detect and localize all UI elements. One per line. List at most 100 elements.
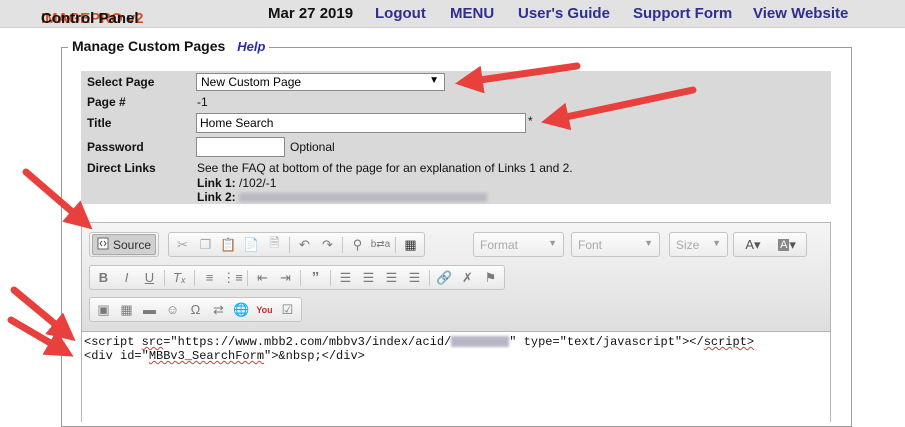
- nav-date: Mar 27 2019: [268, 5, 354, 22]
- direct-links-note: See the FAQ at bottom of the page for an…: [197, 161, 573, 175]
- code-line-2-start: <div id=": [84, 349, 149, 363]
- font-combo[interactable]: Font ▼: [571, 232, 660, 257]
- toolbar-separator: [330, 269, 331, 286]
- select-page-label: Select Page: [87, 75, 155, 89]
- select-all-icon[interactable]: ▦: [399, 234, 422, 255]
- code-line-1-end: " type="text/javascript"></: [509, 335, 704, 349]
- view-website-link[interactable]: View Website: [753, 5, 848, 22]
- youtube-icon[interactable]: You: [253, 299, 276, 320]
- link-2-label: Link 2:: [197, 190, 236, 204]
- top-nav-bar: IMAGEPRO v2 Control Panel Mar 27 2019 Lo…: [0, 0, 905, 28]
- align-left-icon[interactable]: ☰: [334, 267, 357, 288]
- menu-link[interactable]: MENU: [450, 5, 494, 22]
- source-button[interactable]: Source: [92, 234, 157, 255]
- italic-icon[interactable]: I: [115, 267, 138, 288]
- dropdown-arrow-icon: ▼: [429, 75, 439, 86]
- special-char-icon[interactable]: Ω: [184, 299, 207, 320]
- bulleted-list-icon[interactable]: ⋮≡: [221, 267, 244, 288]
- section-legend: Manage Custom Pages Help: [68, 38, 270, 54]
- horizontal-line-icon[interactable]: ▬: [138, 299, 161, 320]
- format-label: Format: [480, 238, 519, 252]
- rich-text-editor: Source ✂ ❐ 📋 📄 🗎 ↶ ↷ ⚲ b⇄a ▦ Format ▼ Fon…: [81, 222, 831, 422]
- chevron-down-icon: ▼: [548, 238, 557, 248]
- toolbar-separator: [164, 269, 165, 286]
- align-center-icon[interactable]: ☰: [357, 267, 380, 288]
- toolbar-separator: [247, 269, 248, 286]
- title-input[interactable]: [196, 113, 526, 133]
- logout-link[interactable]: Logout: [375, 5, 426, 22]
- replace-icon[interactable]: b⇄a: [369, 234, 392, 255]
- basic-styles-group: B I U Tₓ ≡ ⋮≡ ⇤ ⇥ ” ☰ ☰ ☰ ☰ 🔗 ✗ ⚑: [89, 265, 505, 290]
- toolbar-separator: [429, 269, 430, 286]
- anchor-flag-icon[interactable]: ⚑: [479, 267, 502, 288]
- code-line-2-end: ">&nbsp;</div>: [264, 349, 365, 363]
- justify-icon[interactable]: ☰: [403, 267, 426, 288]
- text-color-icon[interactable]: A▾: [736, 234, 770, 255]
- remove-format-icon[interactable]: Tₓ: [168, 267, 191, 288]
- direct-links-label: Direct Links: [87, 161, 156, 175]
- paste-icon[interactable]: 📋: [217, 234, 240, 255]
- image-icon[interactable]: ▣: [92, 299, 115, 320]
- required-mark: *: [528, 114, 533, 128]
- underline-icon[interactable]: U: [138, 267, 161, 288]
- title-label: Title: [87, 116, 112, 130]
- undo-icon[interactable]: ↶: [293, 234, 316, 255]
- cut-icon[interactable]: ✂: [171, 234, 194, 255]
- chevron-down-icon: ▼: [644, 238, 653, 248]
- smiley-icon[interactable]: ☺: [161, 299, 184, 320]
- outdent-icon[interactable]: ⇤: [251, 267, 274, 288]
- code-line-1-close: script>: [703, 335, 755, 349]
- code-line-2-id: MBBv3_SearchForm: [148, 349, 265, 363]
- password-input[interactable]: [196, 137, 285, 157]
- link-icon[interactable]: 🔗: [433, 267, 456, 288]
- toolbar-separator: [289, 236, 290, 253]
- indent-icon[interactable]: ⇥: [274, 267, 297, 288]
- toolbar-separator: [395, 236, 396, 253]
- bold-icon[interactable]: B: [92, 267, 115, 288]
- align-right-icon[interactable]: ☰: [380, 267, 403, 288]
- link-1-value: /102/-1: [235, 176, 277, 190]
- size-combo[interactable]: Size ▼: [669, 232, 728, 257]
- users-guide-link[interactable]: User's Guide: [518, 5, 610, 22]
- clipboard-group: ✂ ❐ 📋 📄 🗎 ↶ ↷ ⚲ b⇄a ▦: [168, 232, 425, 257]
- optional-label: Optional: [290, 140, 335, 154]
- background-color-icon[interactable]: A ▾: [770, 234, 804, 255]
- editor-toolbar: Source ✂ ❐ 📋 📄 🗎 ↶ ↷ ⚲ b⇄a ▦ Format ▼ Fon…: [82, 223, 830, 332]
- copy-icon[interactable]: ❐: [194, 234, 217, 255]
- page-number-label: Page #: [87, 95, 126, 109]
- select-page-dropdown[interactable]: New Custom Page ▼: [196, 73, 445, 91]
- format-combo[interactable]: Format ▼: [473, 232, 564, 257]
- support-form-link[interactable]: Support Form: [633, 5, 732, 22]
- unlink-icon[interactable]: ✗: [456, 267, 479, 288]
- find-icon[interactable]: ⚲: [346, 234, 369, 255]
- paste-text-icon[interactable]: 📄: [240, 234, 263, 255]
- iframe-globe-icon[interactable]: 🌐: [230, 299, 253, 320]
- arrow-to-code-line-1-icon: [10, 286, 76, 342]
- redo-icon[interactable]: ↷: [316, 234, 339, 255]
- page-break-icon[interactable]: ⇄: [207, 299, 230, 320]
- table-icon[interactable]: ▦: [115, 299, 138, 320]
- help-link[interactable]: Help: [237, 39, 265, 54]
- link-1-label: Link 1:: [197, 176, 236, 190]
- toolbar-separator: [342, 236, 343, 253]
- source-group: Source: [89, 232, 160, 257]
- checkbox-icon[interactable]: ☑: [276, 299, 299, 320]
- blockquote-icon[interactable]: ”: [304, 267, 327, 288]
- select-page-value: New Custom Page: [201, 75, 302, 89]
- page-settings-panel: [81, 71, 831, 204]
- source-icon: [97, 237, 109, 253]
- insert-group: ▣ ▦ ▬ ☺ Ω ⇄ 🌐 You ☑: [89, 297, 302, 322]
- toolbar-separator: [300, 269, 301, 286]
- arrow-to-code-line-2-icon: [7, 316, 74, 357]
- section-title: Manage Custom Pages: [72, 38, 226, 54]
- code-line-1-url: ="https://www.mbb2.com/mbbv3/index/acid/: [163, 335, 452, 349]
- page-number-value: -1: [197, 95, 208, 109]
- redacted-account-id: [451, 336, 510, 348]
- toolbar-separator: [194, 269, 195, 286]
- source-label: Source: [113, 237, 152, 252]
- color-group: A▾ A ▾: [733, 232, 807, 257]
- code-line-1-start: <script: [84, 335, 142, 349]
- source-editor-area[interactable]: <script src="https://www.mbb2.com/mbbv3/…: [82, 332, 830, 422]
- paste-word-icon[interactable]: 🗎: [263, 234, 286, 255]
- numbered-list-icon[interactable]: ≡: [198, 267, 221, 288]
